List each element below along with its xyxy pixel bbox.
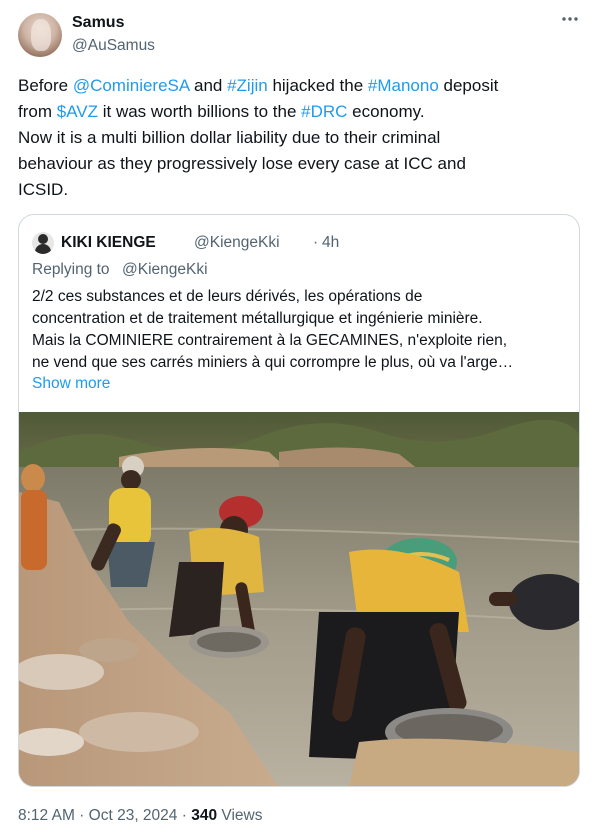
tweet-text-segment: hijacked the [267,76,368,95]
post-date[interactable]: Oct 23, 2024 [89,807,178,824]
tweet-entity-link[interactable]: $AVZ [57,102,98,121]
tweet-text-segment: Before [18,76,73,95]
more-horizontal-icon[interactable] [558,13,582,33]
tweet-text: Before @CominiereSA and #Zijin hijacked … [18,73,578,203]
tweet-meta: 8:12 AM · Oct 23, 2024 · 340 Views [18,806,262,826]
quoted-author-name[interactable]: KIKI KIENGE [61,232,156,254]
tweet-text-line: Before @CominiereSA and #Zijin hijacked … [18,73,578,99]
meta-separator: · [74,807,89,824]
views-label: Views [217,807,263,824]
quoted-text-line: 2/2 ces substances et de leurs dérivés, … [32,288,423,305]
tweet-entity-link[interactable]: #Zijin [227,76,268,95]
tweet-entity-link[interactable]: #Manono [368,76,439,95]
tweet-entity-link[interactable]: #DRC [301,102,347,121]
tweet-text-line: behaviour as they progressively lose eve… [18,151,578,177]
tweet-text-segment: ICSID. [18,180,69,199]
quoted-timestamp[interactable]: 4h [322,232,339,254]
quoted-photo[interactable] [19,412,579,786]
quoted-author-avatar[interactable] [32,232,54,254]
tweet-entity-link[interactable]: @CominiereSA [73,76,189,95]
quoted-author-handle[interactable]: @KiengeKki [194,232,280,254]
tweet-text-segment: deposit [438,76,499,95]
post-time[interactable]: 8:12 AM [18,807,75,824]
tweet-text-line: Now it is a multi billion dollar liabili… [18,125,578,151]
quoted-separator: · [313,234,319,251]
quoted-text-line: ne vend que ses carrés miniers à qui cor… [32,354,514,371]
tweet: Samus @AuSamus Before @CominiereSA and #… [0,0,598,840]
quoted-text-line: concentration et de traitement métallurg… [32,310,483,327]
author-avatar[interactable] [18,13,62,57]
tweet-text-segment: and [189,76,228,95]
meta-separator: · [177,807,192,824]
tweet-text-segment: behaviour as they progressively lose eve… [18,154,466,173]
women-panning-river-photo [19,412,579,786]
show-more-link[interactable]: Show more [32,373,110,395]
quoted-text: 2/2 ces substances et de leurs dérivés, … [32,286,568,374]
quoted-text-line: Mais la COMINIERE contrairement à la GEC… [32,332,508,349]
author-name[interactable]: Samus [72,13,124,33]
tweet-text-segment: economy. [347,102,425,121]
tweet-text-line: from $AVZ it was worth billions to the #… [18,99,578,125]
quoted-tweet[interactable]: KIKI KIENGE @KiengeKki · 4h Replying to … [18,214,580,787]
tweet-text-segment: Now it is a multi billion dollar liabili… [18,128,441,147]
author-handle[interactable]: @AuSamus [72,36,155,56]
tweet-text-line: ICSID. [18,177,578,203]
views-count: 340 [191,807,218,824]
tweet-text-segment: from [18,102,57,121]
tweet-text-segment: it was worth billions to the [98,102,302,121]
replying-to-label: Replying to [32,261,110,278]
replying-to-user[interactable]: @KiengeKki [122,259,208,281]
